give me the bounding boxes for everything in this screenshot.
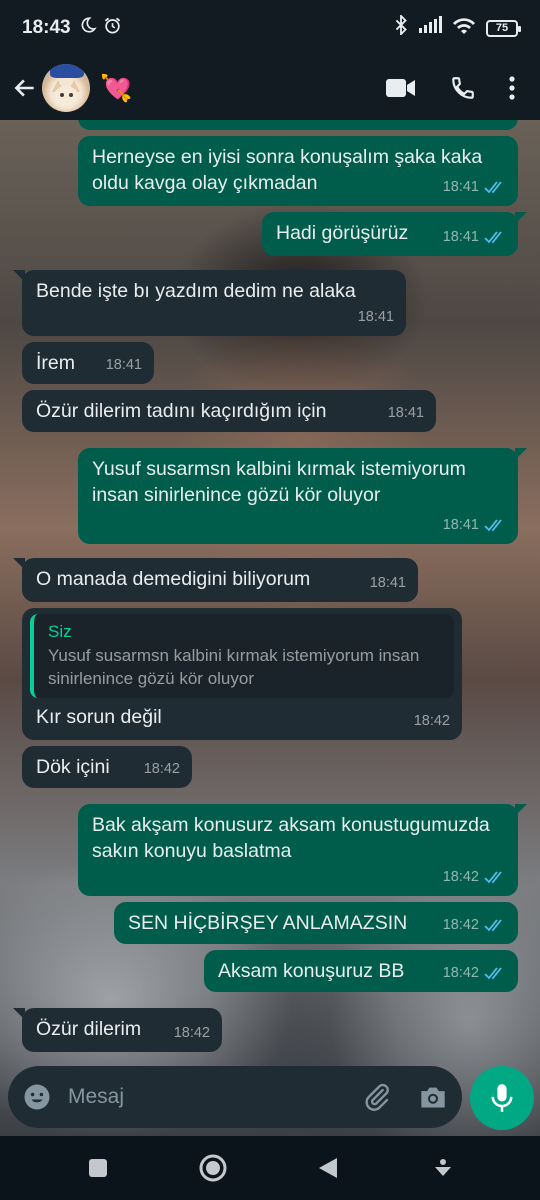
quoted-author: Siz [48, 622, 72, 641]
message-bubble-in[interactable]: Özür dilerim tadını kaçırdığım için 18:4… [22, 390, 436, 432]
back-nav-icon[interactable] [308, 1148, 348, 1188]
message-time: 18:42 [442, 965, 479, 981]
message-bubble-in[interactable]: O manada demedigini biliyorum 18:41 [13, 558, 418, 602]
message-bubble-out[interactable]: Hadi görüşürüz 18:41 [262, 212, 527, 256]
message-bubble-in[interactable]: İrem 18:41 [22, 342, 154, 384]
message-time: 18:42 [413, 713, 450, 729]
message-bubble-out[interactable]: Yusuf susarmsn kalbini kırmak istemiyoru… [78, 448, 527, 544]
bluetooth-icon [394, 13, 408, 41]
message-bubble-in[interactable]: Dök içini 18:42 [22, 746, 192, 788]
message-bubble-in-with-reply[interactable]: Siz Yusuf susarmsn kalbini kırmak istemi… [22, 608, 462, 740]
message-text: Bende işte bı yazdım dedim ne alaka [36, 280, 356, 302]
home-icon[interactable] [193, 1148, 233, 1188]
message-time: 18:41 [357, 309, 394, 325]
wifi-icon [452, 15, 476, 41]
message-bubble-out[interactable]: Herneyse en iyisi sonra konuşalım şaka k… [78, 136, 518, 206]
recents-icon[interactable] [78, 1148, 118, 1188]
message-list[interactable]: Herneyse en iyisi sonra konuşalım şaka k… [0, 120, 540, 1065]
message-text: SEN HİÇBİRŞEY ANLAMAZSIN [128, 912, 408, 934]
message-time: 18:42 [442, 917, 479, 933]
message-text: Bak akşam konusurz aksam konustugumuzda … [92, 814, 490, 862]
read-ticks-icon [484, 231, 502, 244]
message-time: 18:41 [105, 357, 142, 373]
message-composer[interactable]: Mesaj [8, 1066, 462, 1128]
message-text: Özür dilerim [36, 1018, 142, 1040]
battery-icon: 75 [486, 19, 521, 37]
message-text: Aksam konuşuruz BB [218, 960, 405, 982]
message-bubble-out[interactable]: Bak akşam konusurz aksam konustugumuzda … [78, 804, 527, 896]
message-bubble-in[interactable]: Bende işte bı yazdım dedim ne alaka 18:4… [13, 270, 406, 336]
message-bubble-out[interactable]: Aksam konuşuruz BB 18:42 [204, 950, 518, 992]
quoted-message[interactable]: Siz Yusuf susarmsn kalbini kırmak istemi… [30, 614, 454, 698]
emoji-icon[interactable] [22, 1082, 52, 1112]
contact-avatar[interactable] [42, 64, 90, 112]
message-time: 18:41 [442, 229, 479, 245]
moon-icon [79, 16, 97, 40]
message-time: 18:41 [442, 179, 479, 195]
accessibility-icon[interactable] [423, 1148, 463, 1188]
message-text: Özür dilerim tadını kaçırdığım için [36, 400, 327, 422]
read-ticks-icon [484, 181, 502, 194]
message-bubble-in[interactable]: Özür dilerim 18:42 [13, 1008, 222, 1052]
message-time: 18:41 [387, 405, 424, 421]
message-text: Hadi görüşürüz [276, 222, 409, 244]
message-text: Herneyse en iyisi sonra konuşalım şaka k… [92, 146, 483, 194]
voice-call-icon[interactable] [432, 64, 494, 112]
message-time: 18:42 [143, 761, 180, 777]
signal-icon [418, 16, 442, 40]
back-arrow-icon[interactable] [10, 68, 40, 108]
quoted-text: Yusuf susarmsn kalbini kırmak istemiyoru… [48, 646, 420, 688]
message-input[interactable]: Mesaj [68, 1085, 360, 1109]
contact-name-emoji[interactable]: 💘 [100, 73, 132, 104]
read-ticks-icon [484, 519, 502, 532]
message-bubble-partial[interactable] [78, 120, 518, 130]
alarm-icon [103, 16, 122, 41]
message-time: 18:42 [173, 1025, 210, 1041]
message-time: 18:41 [369, 575, 406, 591]
message-text: Kır sorun değil [36, 706, 162, 728]
message-text: Yusuf susarmsn kalbini kırmak istemiyoru… [92, 458, 466, 506]
attach-icon[interactable] [360, 1080, 394, 1114]
message-text: İrem [36, 352, 75, 374]
status-time: 18:43 [22, 17, 71, 38]
message-time: 18:42 [442, 869, 479, 885]
system-nav-bar [0, 1136, 540, 1200]
mic-icon[interactable] [470, 1066, 534, 1130]
camera-icon[interactable] [418, 1082, 448, 1112]
read-ticks-icon [484, 967, 502, 980]
status-bar: 18:43 75 [0, 0, 540, 56]
chat-header: 💘 [0, 56, 540, 120]
read-ticks-icon [484, 871, 502, 884]
more-options-icon[interactable] [494, 64, 530, 112]
message-time: 18:41 [442, 517, 479, 533]
message-text: Dök içini [36, 756, 110, 778]
video-call-icon[interactable] [370, 64, 432, 112]
message-text: O manada demedigini biliyorum [36, 568, 311, 590]
read-ticks-icon [484, 919, 502, 932]
message-bubble-out[interactable]: SEN HİÇBİRŞEY ANLAMAZSIN 18:42 [114, 902, 518, 944]
